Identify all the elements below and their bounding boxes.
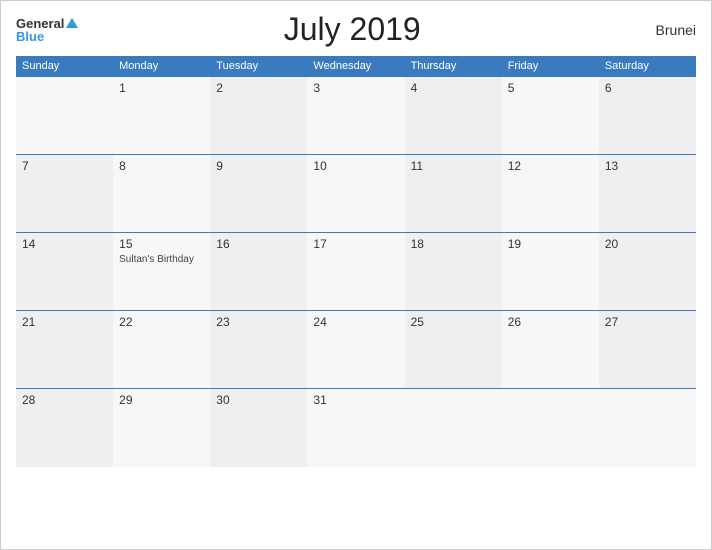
day-number: 26 [508,315,593,329]
logo-blue-text: Blue [16,30,78,43]
calendar-cell: 3 [307,77,404,155]
calendar-cell: 8 [113,155,210,233]
logo: General Blue [16,17,78,43]
day-number: 24 [313,315,398,329]
calendar-cell [502,389,599,467]
calendar-cell: 23 [210,311,307,389]
day-number: 12 [508,159,593,173]
logo-general-text: General [16,17,64,30]
calendar-cell: 2 [210,77,307,155]
day-number: 4 [411,81,496,95]
calendar-cell [16,77,113,155]
calendar-cell: 14 [16,233,113,311]
calendar-cell: 10 [307,155,404,233]
day-number: 30 [216,393,301,407]
day-number: 6 [605,81,690,95]
calendar-container: General Blue July 2019 Brunei SundayMond… [0,0,712,550]
weekday-header-monday: Monday [113,56,210,77]
calendar-week-row: 28 29 30 31 [16,389,696,467]
calendar-cell: 27 [599,311,696,389]
day-number: 31 [313,393,398,407]
calendar-cell: 16 [210,233,307,311]
calendar-cell: 25 [405,311,502,389]
day-number: 8 [119,159,204,173]
day-number: 25 [411,315,496,329]
calendar-cell: 29 [113,389,210,467]
calendar-cell: 13 [599,155,696,233]
calendar-cell: 15 Sultan's Birthday [113,233,210,311]
calendar-cell: 11 [405,155,502,233]
calendar-cell: 21 [16,311,113,389]
day-number: 18 [411,237,496,251]
day-number: 1 [119,81,204,95]
calendar-week-row: 123456 [16,77,696,155]
day-number: 14 [22,237,107,251]
day-number: 17 [313,237,398,251]
calendar-week-row: 21 22 23 24 25 26 27 [16,311,696,389]
calendar-cell: 5 [502,77,599,155]
calendar-cell: 7 [16,155,113,233]
day-number: 19 [508,237,593,251]
calendar-cell: 18 [405,233,502,311]
day-number: 9 [216,159,301,173]
calendar-cell: 17 [307,233,404,311]
calendar-cell: 31 [307,389,404,467]
month-title: July 2019 [78,11,626,48]
weekday-header-sunday: Sunday [16,56,113,77]
day-number: 21 [22,315,107,329]
calendar-week-row: 789 10 11 12 13 [16,155,696,233]
logo-triangle-icon [66,18,78,28]
calendar-event: Sultan's Birthday [119,253,204,266]
day-number: 10 [313,159,398,173]
country-name: Brunei [626,22,696,38]
weekday-header-thursday: Thursday [405,56,502,77]
calendar-cell: 26 [502,311,599,389]
day-number: 28 [22,393,107,407]
calendar-cell: 4 [405,77,502,155]
day-number: 15 [119,237,204,251]
day-number: 16 [216,237,301,251]
calendar-header: General Blue July 2019 Brunei [16,11,696,48]
calendar-cell: 12 [502,155,599,233]
day-number: 22 [119,315,204,329]
calendar-cell [599,389,696,467]
calendar-table: SundayMondayTuesdayWednesdayThursdayFrid… [16,56,696,467]
calendar-cell: 1 [113,77,210,155]
day-number: 23 [216,315,301,329]
weekday-header-wednesday: Wednesday [307,56,404,77]
calendar-cell: 24 [307,311,404,389]
day-number: 29 [119,393,204,407]
weekday-header-friday: Friday [502,56,599,77]
calendar-cell: 28 [16,389,113,467]
calendar-cell: 19 [502,233,599,311]
calendar-cell: 9 [210,155,307,233]
weekday-header-saturday: Saturday [599,56,696,77]
calendar-cell: 30 [210,389,307,467]
day-number: 2 [216,81,301,95]
day-number: 7 [22,159,107,173]
calendar-cell: 6 [599,77,696,155]
weekday-header-tuesday: Tuesday [210,56,307,77]
day-number: 3 [313,81,398,95]
weekday-header-row: SundayMondayTuesdayWednesdayThursdayFrid… [16,56,696,77]
day-number: 5 [508,81,593,95]
day-number: 27 [605,315,690,329]
day-number: 20 [605,237,690,251]
calendar-week-row: 14 15 Sultan's Birthday 16 17 18 19 20 [16,233,696,311]
day-number: 13 [605,159,690,173]
day-number: 11 [411,159,496,173]
calendar-cell: 22 [113,311,210,389]
calendar-cell [405,389,502,467]
calendar-cell: 20 [599,233,696,311]
